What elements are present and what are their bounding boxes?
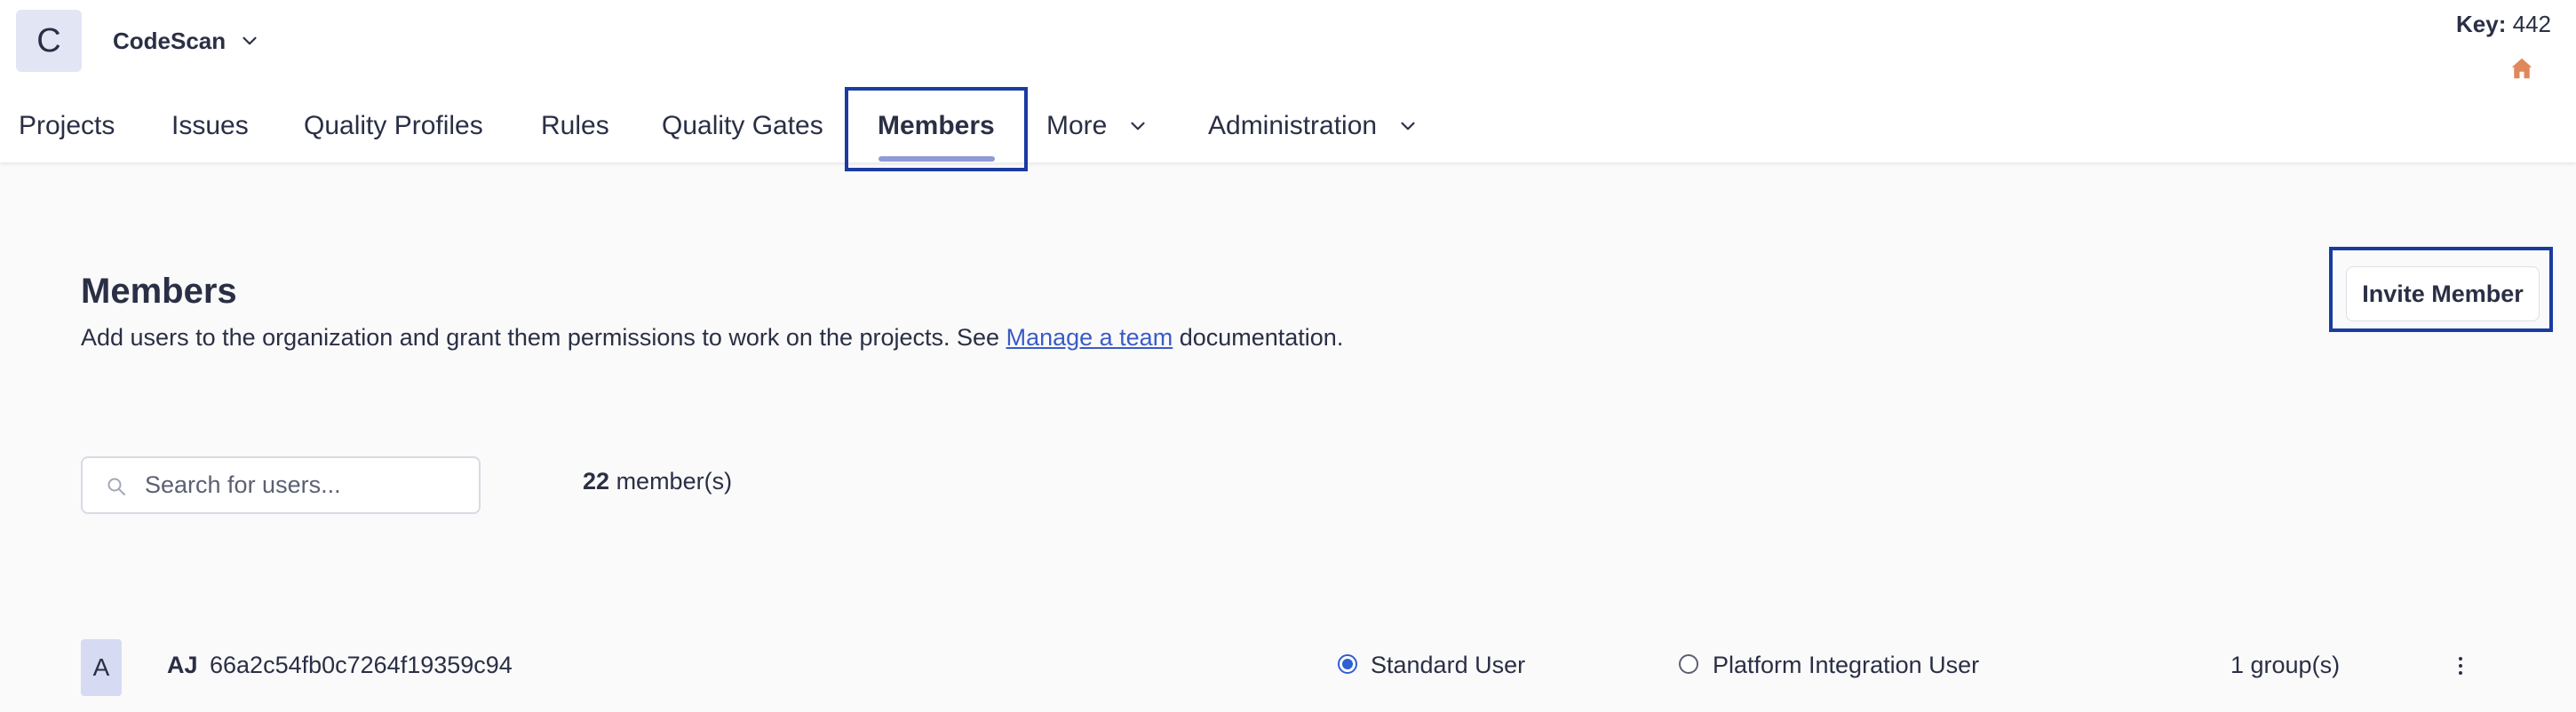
chevron-down-icon bbox=[1401, 122, 1415, 130]
nav-quality-profiles[interactable]: Quality Profiles bbox=[304, 89, 483, 162]
nav-administration[interactable]: Administration bbox=[1208, 89, 1419, 162]
chevron-down-icon bbox=[1131, 122, 1145, 130]
nav-quality-gates-label: Quality Gates bbox=[662, 110, 823, 140]
more-vertical-icon[interactable] bbox=[2452, 648, 2469, 684]
invite-member-button[interactable]: Invite Member bbox=[2346, 266, 2540, 321]
nav-projects-label: Projects bbox=[19, 110, 115, 140]
nav-rules[interactable]: Rules bbox=[541, 89, 609, 162]
nav-more-label: More bbox=[1046, 110, 1108, 140]
platform-integration-user-label[interactable]: Platform Integration User bbox=[1713, 652, 1979, 679]
search-input[interactable] bbox=[145, 458, 465, 512]
search-box[interactable] bbox=[81, 456, 481, 514]
member-groups[interactable]: 1 group(s) bbox=[2230, 652, 2340, 679]
nav-more[interactable]: More bbox=[1046, 89, 1149, 162]
description-suffix: documentation. bbox=[1173, 324, 1344, 351]
member-count-label: member(s) bbox=[616, 468, 733, 494]
nav-quality-profiles-label: Quality Profiles bbox=[304, 110, 483, 140]
org-switcher[interactable]: CodeScan bbox=[113, 25, 261, 57]
member-count: 22 member(s) bbox=[583, 468, 732, 495]
nav-quality-gates[interactable]: Quality Gates bbox=[662, 89, 823, 162]
manage-team-link[interactable]: Manage a team bbox=[1006, 324, 1173, 351]
key-value: 442 bbox=[2512, 11, 2551, 37]
org-avatar[interactable]: C bbox=[16, 10, 82, 72]
member-count-value: 22 bbox=[583, 468, 610, 494]
nav-projects[interactable]: Projects bbox=[19, 89, 115, 162]
avatar: A bbox=[81, 639, 122, 696]
nav-rules-label: Rules bbox=[541, 110, 609, 140]
top-header: C CodeScan Key: 442 Projects Issues Qual… bbox=[0, 0, 2576, 162]
members-tab-highlight bbox=[845, 87, 1028, 171]
member-id: 66a2c54fb0c7264f19359c94 bbox=[210, 652, 513, 678]
key-label: Key: bbox=[2456, 11, 2507, 37]
search-icon bbox=[107, 478, 125, 495]
org-name: CodeScan bbox=[113, 27, 227, 54]
page-description: Add users to the organization and grant … bbox=[81, 324, 1343, 352]
standard-user-radio[interactable] bbox=[1338, 654, 1357, 674]
nav-administration-label: Administration bbox=[1208, 110, 1378, 140]
standard-user-label[interactable]: Standard User bbox=[1371, 652, 1525, 679]
home-icon[interactable] bbox=[2508, 55, 2535, 82]
member-initials: AJ bbox=[167, 652, 198, 678]
nav-issues-label: Issues bbox=[171, 110, 249, 140]
nav-issues[interactable]: Issues bbox=[171, 89, 249, 162]
key-info: Key: 442 bbox=[2456, 11, 2551, 38]
page-title: Members bbox=[81, 272, 237, 311]
platform-integration-user-radio[interactable] bbox=[1679, 654, 1698, 674]
chevron-down-icon bbox=[242, 36, 257, 45]
description-prefix: Add users to the organization and grant … bbox=[81, 324, 1006, 351]
